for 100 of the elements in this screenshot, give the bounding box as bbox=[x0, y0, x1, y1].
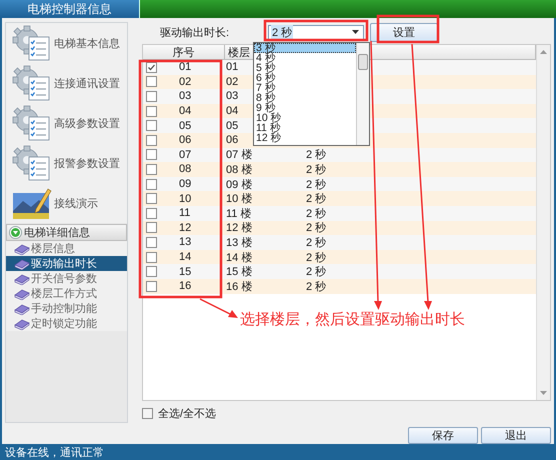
row-checkbox[interactable] bbox=[146, 178, 157, 190]
table-cell-text: 2 秒 bbox=[306, 162, 326, 177]
table-cell-text: 11 楼 bbox=[226, 206, 252, 221]
table-cell: 04 bbox=[179, 105, 192, 118]
row-checkbox[interactable] bbox=[146, 280, 157, 292]
table-cell: 01 bbox=[179, 61, 192, 74]
group-header[interactable]: 电梯详细信息 bbox=[6, 224, 127, 241]
row-checkbox[interactable] bbox=[146, 222, 157, 234]
row-checkbox[interactable] bbox=[146, 90, 157, 102]
table-cell: 13 bbox=[179, 236, 192, 248]
gear-list-icon[interactable] bbox=[12, 145, 52, 181]
table-cell: 05 bbox=[226, 120, 238, 132]
book-icon bbox=[14, 318, 30, 330]
dropdown-option[interactable]: 8 秒 bbox=[254, 93, 356, 103]
dropdown-option[interactable]: 7 秒 bbox=[254, 83, 356, 93]
row-checkbox[interactable] bbox=[146, 120, 157, 132]
table-cell-text: 2 秒 bbox=[306, 250, 326, 265]
book-icon bbox=[14, 288, 30, 300]
table-cell-text: 08 楼 bbox=[226, 162, 252, 177]
dropdown-option[interactable]: 11 秒 bbox=[254, 123, 356, 133]
row-checkbox[interactable] bbox=[146, 236, 157, 248]
book-icon bbox=[14, 302, 30, 314]
table-cell-text: 2 秒 bbox=[306, 148, 326, 162]
table-cell-text: 14 楼 bbox=[226, 250, 252, 265]
row-checkbox[interactable] bbox=[146, 76, 157, 88]
scrollbar[interactable] bbox=[356, 43, 369, 145]
book-icon bbox=[14, 242, 30, 254]
duration-label: 驱动输出时长: bbox=[160, 26, 230, 40]
row-checkbox[interactable] bbox=[146, 164, 157, 175]
row-checkbox[interactable] bbox=[146, 106, 157, 117]
table-cell: 06 bbox=[226, 134, 238, 146]
dropdown-option[interactable]: 9 秒 bbox=[254, 103, 356, 113]
table-cell-text: 07 楼 bbox=[226, 148, 252, 162]
table-cell-text: 2 秒 bbox=[306, 236, 326, 250]
dropdown-option[interactable]: 10 秒 bbox=[254, 113, 356, 123]
scroll-down-icon[interactable] bbox=[540, 391, 547, 395]
dropdown-option[interactable]: 6 秒 bbox=[254, 73, 356, 83]
table-cell: 10 bbox=[179, 192, 192, 205]
sub-nav-item[interactable]: 楼层工作方式 bbox=[6, 286, 127, 301]
sub-nav-item[interactable]: 开关信号参数 bbox=[6, 271, 127, 286]
table-cell: 02 bbox=[226, 76, 238, 88]
table-cell: 15 bbox=[179, 266, 192, 278]
book-icon bbox=[14, 272, 30, 284]
table-cell: 04 bbox=[226, 105, 238, 118]
sub-nav-item[interactable]: 驱动输出时长 bbox=[6, 256, 127, 271]
nav-item[interactable]: 接线演示 bbox=[54, 196, 98, 210]
table-cell-text: 15 楼 bbox=[226, 265, 252, 280]
row-checkbox[interactable] bbox=[146, 62, 157, 73]
table-cell: 16 bbox=[179, 280, 192, 292]
table-cell: 06 bbox=[179, 134, 192, 146]
table-cell-text: 12 楼 bbox=[226, 221, 252, 236]
sub-nav-item[interactable]: 楼层信息 bbox=[6, 241, 127, 256]
window-title: 电梯控制器信息 bbox=[0, 0, 140, 18]
table-cell-text: 2 秒 bbox=[306, 280, 326, 294]
expand-icon[interactable] bbox=[9, 226, 22, 239]
table-cell: 12 bbox=[179, 222, 192, 234]
row-checkbox[interactable] bbox=[146, 134, 157, 146]
table-cell: 03 bbox=[179, 90, 192, 102]
gear-list-icon[interactable] bbox=[12, 65, 52, 101]
row-checkbox[interactable] bbox=[146, 208, 157, 219]
table-cell-text: 2 秒 bbox=[306, 221, 326, 236]
sub-nav-item[interactable]: 定时锁定功能 bbox=[6, 316, 127, 331]
dropdown-option[interactable]: 5 秒 bbox=[254, 63, 356, 73]
table-cell-text: 2 秒 bbox=[306, 178, 326, 192]
gear-list-icon[interactable] bbox=[12, 105, 52, 141]
table-cell-text: 2 秒 bbox=[306, 265, 326, 280]
table-cell-text: 2 秒 bbox=[306, 192, 326, 206]
status-text: 设备在线，通讯正常 bbox=[5, 446, 104, 460]
table-cell: 02 bbox=[179, 76, 192, 88]
row-checkbox[interactable] bbox=[146, 149, 157, 160]
table-cell: 01 bbox=[226, 61, 238, 74]
table-cell: 05 bbox=[179, 120, 192, 132]
select-all-label[interactable]: 全选/全不选 bbox=[158, 406, 216, 420]
duration-dropdown[interactable]: 2 秒 bbox=[268, 24, 364, 40]
sub-nav-item[interactable]: 手动控制功能 bbox=[6, 301, 127, 316]
select-all-checkbox[interactable] bbox=[142, 408, 153, 418]
dialog-button[interactable]: 保存 bbox=[408, 427, 478, 444]
scrollbar-thumb[interactable] bbox=[358, 54, 368, 70]
table-cell: 09 bbox=[179, 178, 192, 190]
scroll-up-icon[interactable] bbox=[540, 50, 547, 54]
table-cell-text: 2 秒 bbox=[306, 206, 326, 221]
annotation-arrow bbox=[200, 298, 238, 318]
scrollbar[interactable] bbox=[536, 45, 550, 400]
dropdown-option[interactable]: 12 秒 bbox=[254, 133, 356, 143]
table-cell: 08 bbox=[179, 163, 192, 176]
row-checkbox[interactable] bbox=[146, 266, 157, 278]
annotation-text: 选择楼层，然后设置驱动输出时长 bbox=[240, 310, 465, 329]
table-cell: 11 bbox=[179, 207, 190, 220]
table-cell: 03 bbox=[226, 90, 238, 102]
dialog-button[interactable]: 退出 bbox=[481, 427, 551, 444]
row-checkbox[interactable] bbox=[146, 193, 157, 204]
table-cell: 14 bbox=[179, 251, 192, 264]
table-cell-text: 13 楼 bbox=[226, 236, 252, 250]
row-checkbox[interactable] bbox=[146, 252, 157, 263]
table-cell-text: 16 楼 bbox=[226, 280, 252, 294]
set-button[interactable]: 设置 bbox=[370, 22, 438, 42]
gear-list-icon[interactable] bbox=[12, 25, 52, 61]
dropdown-option[interactable]: 4 秒 bbox=[254, 53, 356, 63]
table-cell-text: 10 楼 bbox=[226, 192, 252, 206]
column-header[interactable]: 序号 bbox=[143, 45, 225, 60]
